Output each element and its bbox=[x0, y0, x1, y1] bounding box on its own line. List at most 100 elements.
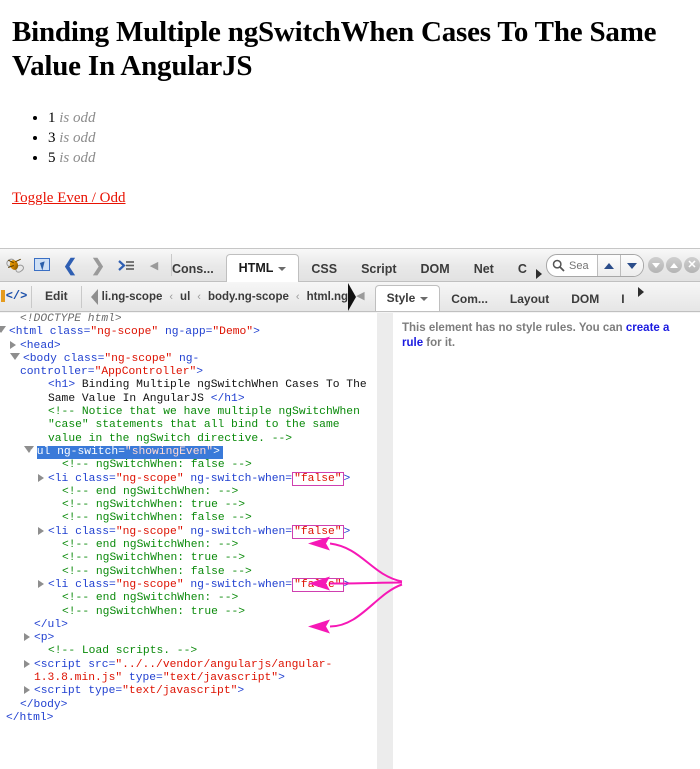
code-line[interactable]: </ul> bbox=[0, 619, 377, 632]
attribute-name: ng-app= bbox=[158, 326, 213, 339]
tab-label: Net bbox=[473, 262, 494, 276]
tag-name: </ul> bbox=[34, 618, 68, 631]
side-tab-layout[interactable]: Layout bbox=[499, 287, 560, 311]
back-arrow-icon[interactable]: ❮ bbox=[56, 249, 84, 281]
chevron-down-icon[interactable] bbox=[278, 266, 287, 271]
tab-html[interactable]: HTML bbox=[225, 254, 300, 282]
side-tab-dom[interactable]: DOM bbox=[560, 287, 610, 311]
twisty-expanded-icon[interactable] bbox=[10, 352, 20, 360]
search-next-button[interactable] bbox=[620, 255, 643, 276]
code-line[interactable]: <li class="ng-scope" ng-switch-when= "fal… bbox=[0, 577, 377, 592]
style-panel: This element has no style rules. You can… bbox=[393, 313, 700, 769]
code-line[interactable]: <!-- end ngSwitchWhen: --> bbox=[0, 539, 377, 552]
tag-name: <head> bbox=[20, 339, 61, 352]
highlighted-attribute-value: "false" bbox=[292, 471, 344, 486]
code-line[interactable]: <!-- end ngSwitchWhen: --> bbox=[0, 592, 377, 605]
code-line[interactable]: <li class="ng-scope" ng-switch-when= "fal… bbox=[0, 471, 377, 486]
tag-name: </h1> bbox=[210, 392, 245, 405]
code-line[interactable]: <!-- ngSwitchWhen: false --> bbox=[0, 566, 377, 579]
pane-splitter[interactable] bbox=[377, 313, 393, 769]
code-line[interactable]: <html class="ng-scope" ng-app="Demo"> bbox=[0, 326, 377, 339]
attribute-value: "text/javascript" bbox=[162, 672, 279, 685]
twisty-collapsed-icon[interactable] bbox=[24, 633, 30, 642]
twisty-collapsed-icon[interactable] bbox=[38, 473, 44, 482]
twisty-expanded-icon[interactable] bbox=[0, 326, 6, 334]
forward-arrow-icon[interactable]: ❯ bbox=[84, 249, 112, 281]
search-input[interactable] bbox=[569, 255, 597, 276]
inspect-element-icon[interactable] bbox=[28, 249, 56, 281]
code-line[interactable]: <head> bbox=[0, 340, 377, 353]
breadcrumb-item[interactable]: body.ng-scope bbox=[208, 291, 289, 303]
code-line[interactable]: <!-- Load scripts. --> bbox=[0, 645, 377, 658]
code-line[interactable]: <!-- ngSwitchWhen: true --> bbox=[0, 606, 377, 619]
twisty-collapsed-icon[interactable] bbox=[38, 526, 44, 535]
highlighted-attribute-value: "false" bbox=[292, 577, 344, 592]
firebug-panel: ❮ ❯ ◀ Cons... HTML CSS Script DOM Net C bbox=[0, 248, 700, 769]
breadcrumb-item[interactable]: li.ng-scope bbox=[102, 291, 163, 303]
twisty-collapsed-icon[interactable] bbox=[24, 686, 30, 695]
twisty-collapsed-icon[interactable] bbox=[24, 659, 30, 668]
tag-name: <li bbox=[48, 472, 76, 485]
tabs-more-icon[interactable] bbox=[536, 269, 542, 279]
side-tabs-more-icon[interactable] bbox=[637, 287, 644, 297]
twisty-collapsed-icon[interactable] bbox=[38, 579, 44, 588]
tab-net[interactable]: Net bbox=[462, 256, 506, 282]
code-line[interactable]: <!-- ngSwitchWhen: true --> bbox=[0, 499, 377, 512]
breadcrumb-overflow-icon[interactable] bbox=[348, 283, 357, 311]
tab-css[interactable]: CSS bbox=[299, 256, 349, 282]
code-comment: <!-- end ngSwitchWhen: --> bbox=[62, 539, 239, 552]
html-panel-icon[interactable]: </> bbox=[0, 281, 28, 311]
tag-name: > bbox=[213, 445, 220, 458]
side-tabs-overflow-left-icon[interactable]: ◀ bbox=[356, 289, 364, 302]
tag-name: <li bbox=[48, 578, 76, 591]
code-comment: <!-- ngSwitchWhen: true --> bbox=[62, 499, 246, 512]
attribute-name: class= bbox=[75, 578, 116, 591]
code-line-content: <script type="text/javascript"> bbox=[34, 685, 244, 697]
tab-cons[interactable]: Cons... bbox=[160, 256, 226, 282]
code-line[interactable]: <body class="ng-scope" ng-controller="Ap… bbox=[0, 352, 377, 380]
breadcrumb-item[interactable]: ul bbox=[180, 291, 190, 303]
tab-script[interactable]: Script bbox=[349, 256, 408, 282]
breadcrumb-item[interactable]: html.ng bbox=[307, 291, 349, 303]
tab-label: C bbox=[517, 262, 527, 276]
code-line[interactable]: <!-- end ngSwitchWhen: --> bbox=[0, 486, 377, 499]
code-line[interactable]: <h1> Binding Multiple ngSwitchWhen Cases… bbox=[0, 379, 377, 406]
html-source-pane[interactable]: <!DOCTYPE html> <html class="ng-scope" ng… bbox=[0, 313, 377, 769]
code-line-content: <li class="ng-scope" ng-switch-when= "fal… bbox=[48, 577, 350, 592]
code-line[interactable]: <!-- ngSwitchWhen: true --> bbox=[0, 552, 377, 565]
code-line[interactable]: <ul ng-switch="showingEven"> bbox=[0, 445, 377, 460]
code-line[interactable]: <p> bbox=[0, 632, 377, 645]
code-line[interactable]: <li class="ng-scope" ng-switch-when= "fal… bbox=[0, 524, 377, 539]
code-line-content: <li class="ng-scope" ng-switch-when= "fal… bbox=[48, 524, 350, 539]
side-tab-style[interactable]: Style bbox=[374, 285, 441, 311]
side-tab-i[interactable]: I bbox=[610, 287, 635, 311]
attribute-value: "ng-scope" bbox=[115, 472, 184, 485]
search-prev-button[interactable] bbox=[597, 255, 620, 276]
tab-dom[interactable]: DOM bbox=[409, 256, 462, 282]
breadcrumb: li.ng-scope ‹ ul ‹ body.ng-scope ‹ html.ng bbox=[102, 282, 348, 311]
breadcrumb-scroll-left-icon[interactable] bbox=[90, 289, 98, 305]
code-line[interactable]: <script type="text/javascript"> bbox=[0, 685, 377, 698]
side-tab-com[interactable]: Com... bbox=[440, 287, 499, 311]
close-button[interactable]: ✕ bbox=[684, 257, 700, 273]
twisty-collapsed-icon[interactable] bbox=[10, 340, 16, 349]
minimize-button[interactable] bbox=[648, 257, 664, 273]
code-line[interactable]: <!-- Notice that we have multiple ngSwit… bbox=[0, 406, 377, 446]
tab-c[interactable]: C bbox=[506, 256, 539, 282]
maximize-button[interactable] bbox=[666, 257, 682, 273]
toggle-even-odd-link[interactable]: Toggle Even / Odd bbox=[12, 190, 126, 207]
chevron-down-icon[interactable] bbox=[420, 296, 429, 301]
code-line[interactable]: <script src="../../vendor/angularjs/angu… bbox=[0, 659, 377, 686]
code-line[interactable]: <!-- ngSwitchWhen: false --> bbox=[0, 512, 377, 525]
firebug-bug-icon[interactable] bbox=[0, 249, 28, 281]
code-line[interactable]: <!DOCTYPE html> bbox=[0, 313, 377, 326]
firebug-toolbar: ❮ ❯ ◀ Cons... HTML CSS Script DOM Net C bbox=[0, 249, 700, 282]
tag-name: <script bbox=[34, 685, 89, 698]
code-line-content: <!-- ngSwitchWhen: true --> bbox=[62, 552, 245, 564]
code-line[interactable]: <!-- ngSwitchWhen: false --> bbox=[0, 459, 377, 472]
edit-button[interactable]: Edit bbox=[35, 282, 78, 311]
continue-icon[interactable] bbox=[112, 249, 140, 281]
code-line[interactable]: </html> bbox=[0, 712, 377, 725]
code-line[interactable]: </body> bbox=[0, 699, 377, 712]
search-box[interactable] bbox=[546, 254, 644, 277]
